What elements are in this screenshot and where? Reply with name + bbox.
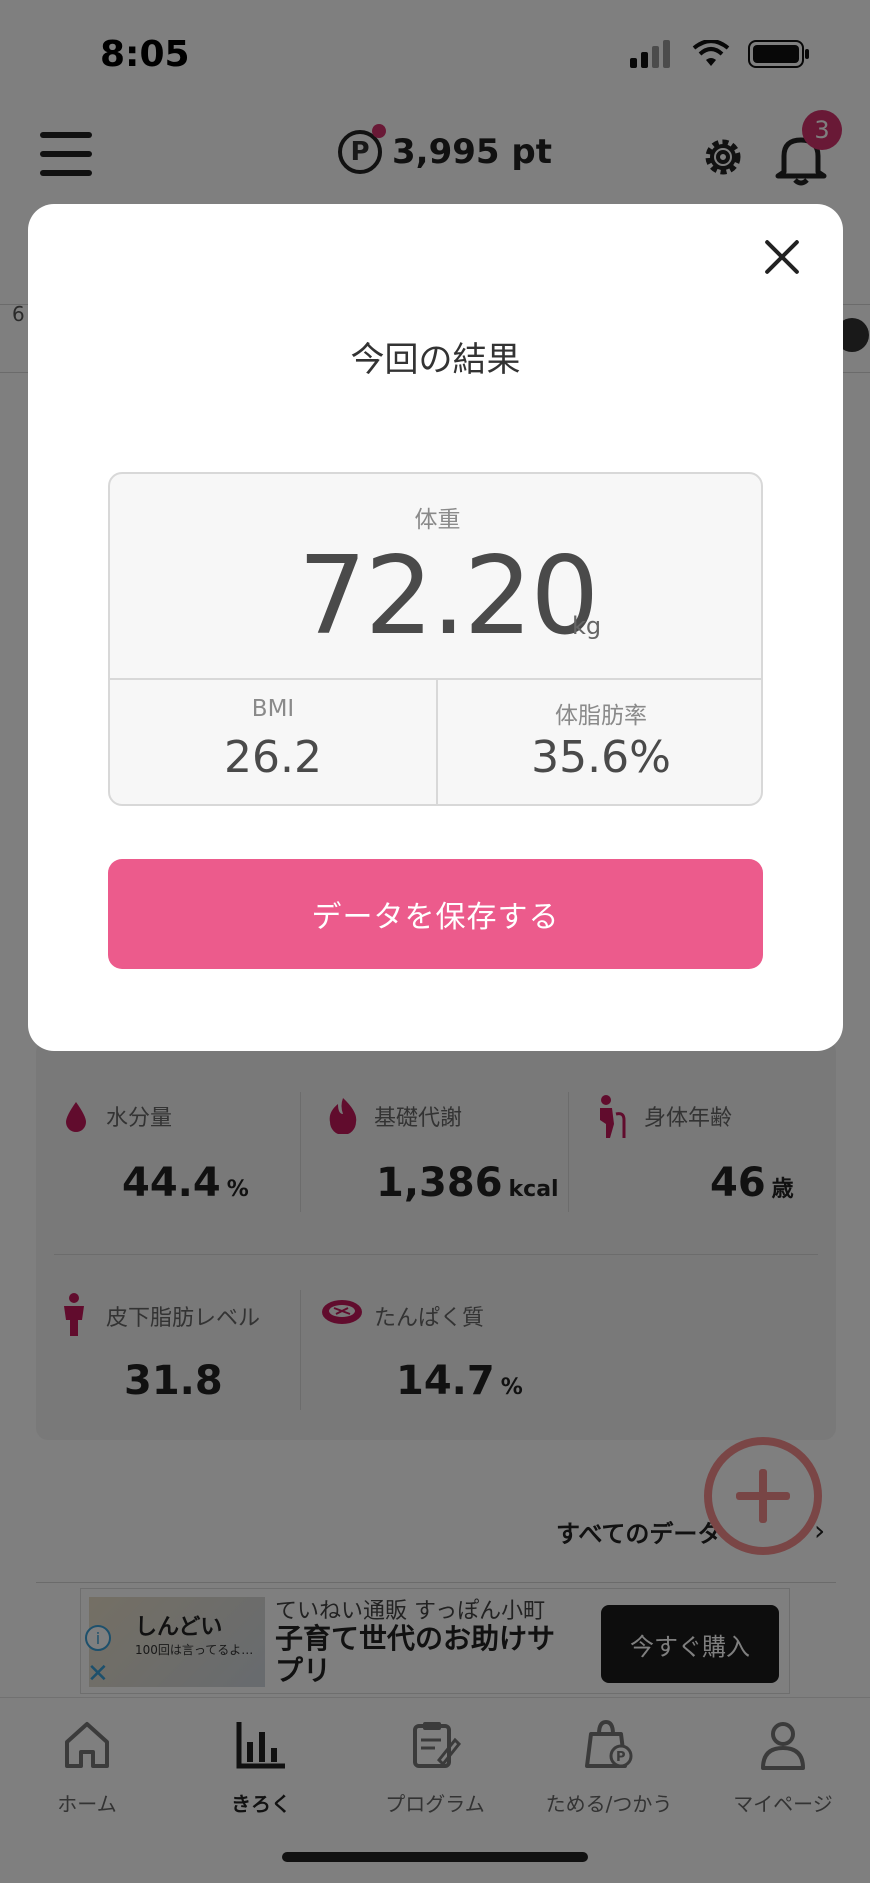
weight-value: 72.20 bbox=[298, 534, 599, 659]
body-fat-label: 体脂肪率 bbox=[555, 703, 647, 729]
save-data-button[interactable]: データを保存する bbox=[108, 859, 763, 969]
weight-unit: kg bbox=[572, 612, 602, 640]
home-indicator bbox=[282, 1852, 588, 1862]
result-modal: 今回の結果 体重 72.20 kg BMI 26.2 体脂肪率 35.6% デー… bbox=[28, 204, 843, 1051]
body-fat-value: 35.6% bbox=[531, 732, 671, 783]
result-box: 体重 72.20 kg BMI 26.2 体脂肪率 35.6% bbox=[108, 472, 763, 806]
bmi-value: 26.2 bbox=[224, 732, 322, 783]
close-icon[interactable] bbox=[758, 232, 808, 282]
weight-label: 体重 bbox=[414, 507, 461, 533]
bmi-label: BMI bbox=[251, 696, 295, 722]
modal-title: 今回の結果 bbox=[350, 340, 521, 380]
